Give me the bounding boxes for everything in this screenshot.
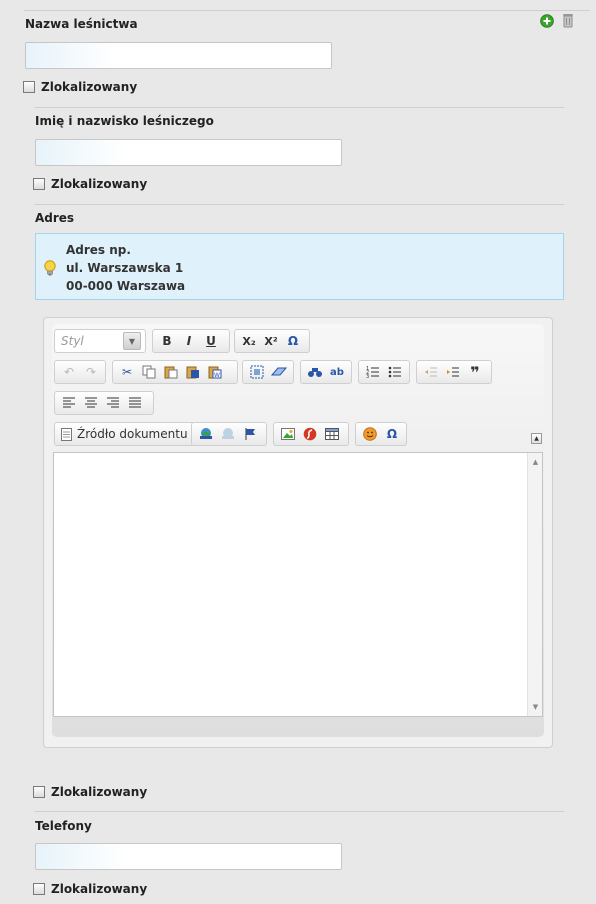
superscript-button[interactable]: X² [260, 331, 282, 351]
divider [34, 204, 564, 205]
localized-checkbox[interactable] [33, 178, 45, 190]
align-justify-icon[interactable] [124, 393, 146, 413]
indent-group: ❞ [416, 360, 492, 384]
blockquote-icon[interactable]: ❞ [464, 362, 486, 382]
plus-circle-icon[interactable] [540, 14, 554, 28]
special-char-button[interactable]: Ω [282, 331, 304, 351]
localized-checkbox-row-2[interactable]: Zlokalizowany [33, 177, 147, 191]
smiley-icon[interactable] [359, 424, 381, 444]
localized-checkbox[interactable] [33, 786, 45, 798]
align-right-icon[interactable] [102, 393, 124, 413]
underline-button[interactable]: U [200, 331, 222, 351]
rich-text-editor: Styl ▼ B I U X₂ X² Ω ↶ ↷ ✂ W ab 1 2 3 ❞ … [43, 317, 553, 748]
collapse-toolbar-button[interactable]: ▲ [531, 433, 542, 444]
unlink-icon[interactable] [217, 424, 239, 444]
forestry-name-input[interactable] [25, 42, 332, 69]
localized-checkbox[interactable] [23, 81, 35, 93]
style-select-value: Styl [61, 334, 84, 348]
italic-button[interactable]: I [178, 331, 200, 351]
flash-icon[interactable] [299, 424, 321, 444]
localized-label: Zlokalizowany [51, 177, 148, 191]
localized-label: Zlokalizowany [51, 882, 148, 896]
subscript-button[interactable]: X₂ [238, 331, 260, 351]
eraser-icon[interactable] [268, 362, 290, 382]
localized-label: Zlokalizowany [41, 80, 138, 94]
forester-name-input[interactable] [35, 139, 342, 166]
svg-text:W: W [214, 372, 220, 379]
editor-scrollbar[interactable]: ▲ ▼ [527, 453, 542, 716]
bold-button[interactable]: B [156, 331, 178, 351]
find-group: ab [300, 360, 352, 384]
select-all-icon[interactable] [246, 362, 268, 382]
field-label-phones: Telefony [35, 819, 92, 833]
phones-input[interactable] [35, 843, 342, 870]
bullet-list-icon[interactable] [384, 362, 406, 382]
replace-icon[interactable]: ab [326, 362, 348, 382]
address-hint-box: Adres np. ul. Warszawska 1 00-000 Warsza… [35, 233, 564, 300]
numbered-list-icon[interactable]: 123 [362, 362, 384, 382]
link-group [191, 422, 267, 446]
script-group: X₂ X² Ω [234, 329, 310, 353]
localized-label: Zlokalizowany [51, 785, 148, 799]
outdent-icon[interactable] [420, 362, 442, 382]
table-icon[interactable] [321, 424, 343, 444]
indent-icon[interactable] [442, 362, 464, 382]
hint-line: Adres np. [66, 243, 131, 257]
divider [24, 10, 590, 11]
field-label-forestry-name: Nazwa leśnictwa [25, 17, 138, 31]
paste-word-icon[interactable]: W [204, 362, 226, 382]
insert-group [273, 422, 349, 446]
divider [34, 811, 564, 812]
list-group: 123 [358, 360, 410, 384]
copy-icon[interactable] [138, 362, 160, 382]
align-group [54, 391, 154, 415]
paste-text-icon[interactable] [182, 362, 204, 382]
source-button-label: Źródło dokumentu [77, 427, 188, 441]
image-icon[interactable] [277, 424, 299, 444]
svg-text:3: 3 [366, 374, 369, 379]
divider [34, 107, 564, 108]
binoculars-icon[interactable] [304, 362, 326, 382]
field-label-forester-name: Imię i nazwisko leśniczego [35, 114, 214, 128]
paste-icon[interactable] [160, 362, 182, 382]
anchor-flag-icon[interactable] [239, 424, 261, 444]
trash-icon[interactable] [562, 13, 574, 28]
format-group: B I U [152, 329, 230, 353]
redo-icon[interactable]: ↷ [80, 362, 102, 382]
editor-content-area[interactable]: ▲ ▼ [53, 452, 543, 717]
field-label-address: Adres [35, 211, 75, 225]
select-group [242, 360, 294, 384]
align-center-icon[interactable] [80, 393, 102, 413]
scroll-up-icon[interactable]: ▲ [528, 455, 543, 469]
localized-checkbox-row-3[interactable]: Zlokalizowany [33, 785, 147, 799]
style-select[interactable]: Styl ▼ [54, 329, 146, 353]
extra-group: Ω [355, 422, 407, 446]
chevron-down-icon[interactable]: ▼ [123, 332, 141, 350]
clipboard-group: ✂ W [112, 360, 238, 384]
lightbulb-icon [43, 260, 57, 276]
omega-icon[interactable]: Ω [381, 424, 403, 444]
scroll-down-icon[interactable]: ▼ [528, 700, 543, 714]
localized-checkbox[interactable] [33, 883, 45, 895]
localized-checkbox-row-4[interactable]: Zlokalizowany [33, 882, 147, 896]
cut-icon[interactable]: ✂ [116, 362, 138, 382]
localized-checkbox-row-1[interactable]: Zlokalizowany [23, 80, 137, 94]
undo-icon[interactable]: ↶ [58, 362, 80, 382]
link-icon[interactable] [195, 424, 217, 444]
hint-line: ul. Warszawska 1 [66, 261, 184, 275]
history-group: ↶ ↷ [54, 360, 106, 384]
hint-line: 00-000 Warszawa [66, 279, 186, 293]
align-left-icon[interactable] [58, 393, 80, 413]
document-icon [61, 427, 72, 441]
source-button[interactable]: Źródło dokumentu [54, 422, 195, 446]
